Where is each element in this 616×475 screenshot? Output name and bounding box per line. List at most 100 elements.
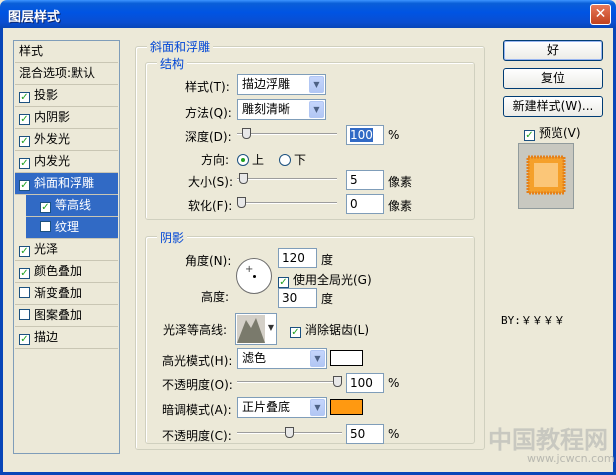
style-item-outer-glow[interactable]: ✓ 外发光 (15, 129, 118, 151)
slider-thumb[interactable] (242, 128, 251, 139)
style-item-label: 等高线 (55, 198, 92, 212)
style-item-label: 图案叠加 (34, 308, 83, 322)
checkbox[interactable]: ✓ (19, 180, 30, 191)
highlight-opacity-input[interactable]: 100 (346, 373, 384, 393)
chevron-down-icon: ▼ (309, 101, 324, 118)
altitude-label: 高度: (201, 290, 230, 304)
direction-up-option[interactable]: 上 (237, 151, 264, 168)
checkbox[interactable]: ✓ (40, 202, 51, 213)
checkbox[interactable] (40, 221, 51, 232)
slider-track (237, 202, 337, 204)
style-item-label: 渐变叠加 (34, 286, 83, 300)
blend-options-item[interactable]: 混合选项:默认 (15, 63, 118, 85)
depth-input[interactable]: 100 (346, 125, 384, 145)
technique-select[interactable]: 雕刻清晰 ▼ (237, 99, 326, 120)
highlight-opacity-unit: % (388, 376, 400, 390)
style-select[interactable]: 描边浮雕 ▼ (237, 74, 326, 95)
style-item-drop-shadow[interactable]: ✓ 投影 (15, 85, 118, 107)
highlight-color-swatch[interactable] (330, 350, 363, 366)
style-select-value: 描边浮雕 (242, 77, 291, 91)
style-item-label: 内阴影 (34, 110, 71, 124)
radio-down[interactable] (279, 154, 291, 166)
close-button[interactable]: ✕ (590, 4, 611, 25)
style-item-gradient-overlay[interactable]: 渐变叠加 (15, 283, 118, 305)
new-style-button[interactable]: 新建样式(W)... (503, 96, 603, 117)
style-item-label: 外发光 (34, 132, 71, 146)
anti-aliased-option[interactable]: ✓ 消除锯齿(L) (290, 321, 369, 338)
slider-thumb[interactable] (237, 197, 246, 208)
reset-button[interactable]: 复位 (503, 68, 603, 89)
checkbox[interactable]: ✓ (19, 92, 30, 103)
style-item-inner-shadow[interactable]: ✓ 内阴影 (15, 107, 118, 129)
checkbox[interactable]: ✓ (19, 158, 30, 169)
size-input[interactable]: 5 (346, 170, 384, 190)
structure-legend: 结构 (157, 55, 188, 72)
style-item-stroke[interactable]: ✓ 描边 (15, 327, 118, 349)
style-item-satin[interactable]: ✓ 光泽 (15, 239, 118, 261)
style-item-label: 光泽 (34, 242, 59, 256)
depth-slider[interactable] (237, 128, 337, 139)
by-text: BY:￥￥￥￥ (501, 314, 565, 327)
checkbox[interactable]: ✓ (19, 114, 30, 125)
slider-thumb[interactable] (285, 427, 294, 438)
shadow-opacity-label: 不透明度(C): (162, 429, 232, 443)
checkbox[interactable]: ✓ (19, 268, 30, 279)
light-crosshair-icon: + (245, 264, 254, 275)
depth-label: 深度(D): (185, 130, 232, 144)
shadow-opacity-slider[interactable] (237, 427, 342, 438)
style-item-contour[interactable]: ✓ 等高线 (26, 195, 118, 217)
preview-text: 预览(V) (539, 126, 581, 140)
style-item-label: 颜色叠加 (34, 264, 83, 278)
checkbox[interactable]: ✓ (19, 246, 30, 257)
checkbox[interactable]: ✓ (19, 334, 30, 345)
style-list-header[interactable]: 样式 (15, 41, 118, 63)
checkbox[interactable]: ✓ (290, 327, 301, 338)
style-item-label: 纹理 (55, 220, 80, 234)
size-slider[interactable] (237, 173, 337, 184)
style-item-color-overlay[interactable]: ✓ 颜色叠加 (15, 261, 118, 283)
technique-select-value: 雕刻清晰 (242, 102, 291, 116)
highlight-opacity-slider[interactable] (237, 376, 342, 387)
slider-thumb[interactable] (333, 376, 342, 387)
style-item-label: 描边 (34, 330, 59, 344)
style-item-label: 内发光 (34, 154, 71, 168)
checkbox[interactable]: ✓ (524, 130, 535, 141)
gloss-contour-picker[interactable]: ▼ (235, 313, 277, 345)
checkbox[interactable] (19, 309, 30, 320)
style-item-bevel-emboss[interactable]: ✓ 斜面和浮雕 (15, 173, 118, 195)
direction-down-option[interactable]: 下 (279, 151, 306, 168)
style-item-texture[interactable]: 纹理 (26, 217, 118, 239)
angle-label: 角度(N): (185, 254, 232, 268)
radio-up[interactable] (237, 154, 249, 166)
soften-input[interactable]: 0 (346, 194, 384, 214)
preview-option[interactable]: ✓ 预览(V) (524, 124, 581, 141)
shadow-color-swatch[interactable] (330, 399, 363, 415)
highlight-opacity-label: 不透明度(O): (162, 378, 233, 392)
altitude-input[interactable]: 30 (278, 288, 317, 308)
soften-label: 软化(F): (188, 199, 233, 213)
slider-thumb[interactable] (239, 173, 248, 184)
angle-input[interactable]: 120 (278, 248, 317, 268)
style-item-inner-glow[interactable]: ✓ 内发光 (15, 151, 118, 173)
checkbox[interactable]: ✓ (278, 277, 289, 288)
checkbox[interactable]: ✓ (19, 136, 30, 147)
chevron-down-icon: ▼ (310, 399, 325, 416)
title-bar[interactable]: 图层样式 ✕ (0, 0, 616, 28)
shadow-opacity-input[interactable]: 50 (346, 424, 384, 444)
soften-unit: 像素 (388, 199, 413, 213)
depth-value: 100 (350, 128, 373, 142)
ok-button[interactable]: 好 (503, 40, 603, 61)
style-item-pattern-overlay[interactable]: 图案叠加 (15, 305, 118, 327)
size-label: 大小(S): (188, 175, 234, 189)
checkbox[interactable] (19, 287, 30, 298)
preview-image (526, 155, 566, 195)
soften-slider[interactable] (237, 197, 337, 208)
depth-unit: % (388, 128, 400, 142)
altitude-unit: 度 (321, 292, 334, 306)
chevron-down-icon: ▼ (310, 350, 325, 367)
shadow-mode-select[interactable]: 正片叠底 ▼ (237, 397, 327, 418)
global-light-option[interactable]: ✓ 使用全局光(G) (278, 271, 372, 288)
angle-dial[interactable]: + (236, 258, 272, 294)
highlight-mode-select[interactable]: 滤色 ▼ (237, 348, 327, 369)
technique-label: 方法(Q): (185, 106, 232, 120)
